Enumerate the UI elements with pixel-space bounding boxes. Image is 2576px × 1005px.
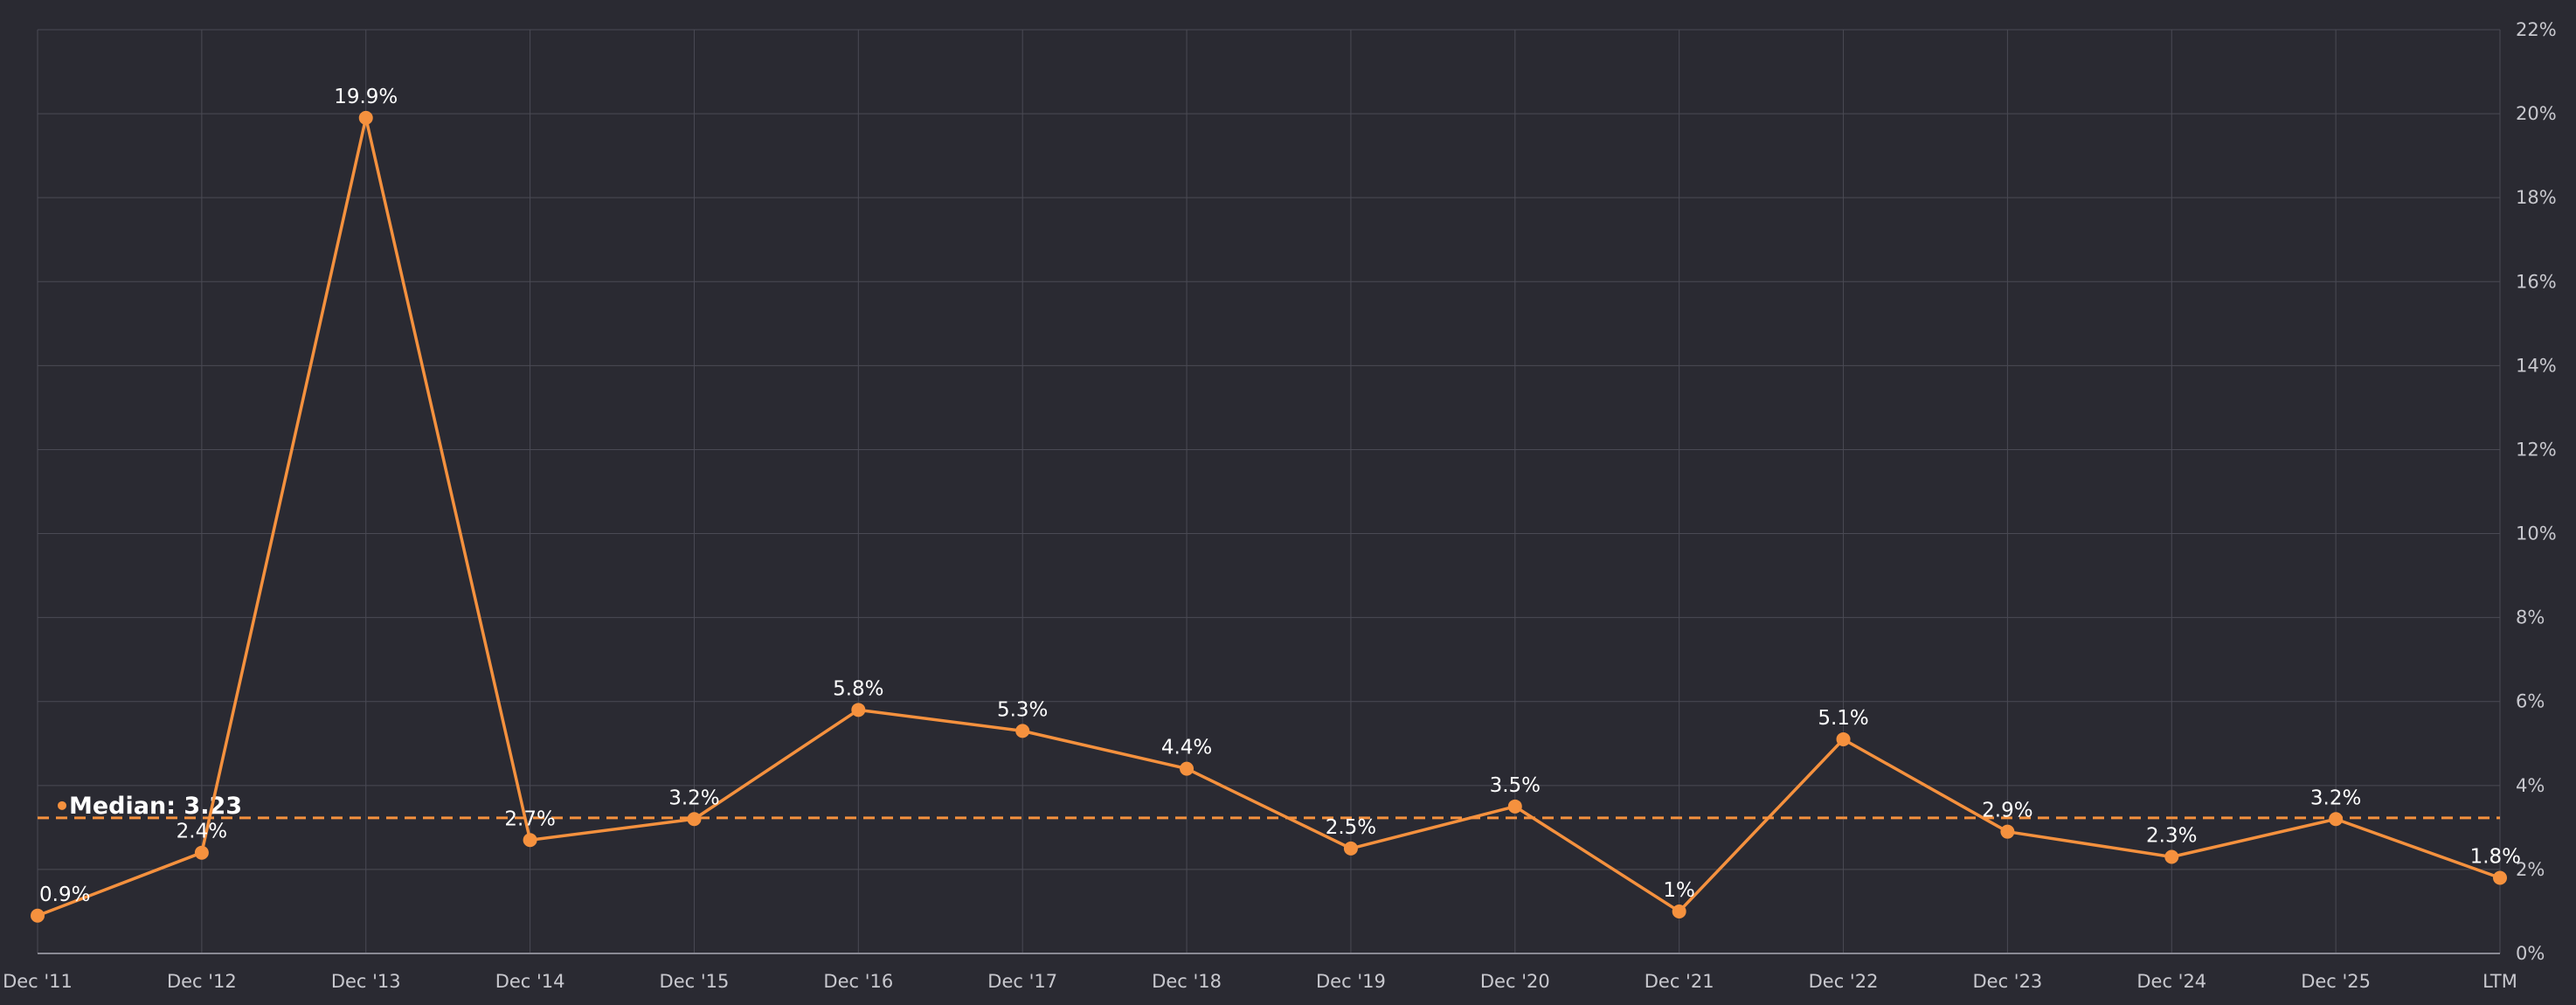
median-label: Median: 3.23 (69, 793, 242, 820)
data-point (523, 833, 537, 848)
x-tick-label: Dec '24 (2136, 971, 2206, 992)
median-marker (58, 801, 66, 810)
y-tick-label: 14% (2516, 355, 2557, 376)
data-label: 4.4% (1161, 737, 1212, 759)
x-tick-label: Dec '20 (1480, 971, 1550, 992)
data-label: 2.3% (2146, 824, 2197, 847)
y-tick-label: 10% (2516, 523, 2557, 544)
data-label: 19.9% (334, 86, 398, 108)
data-point (2000, 824, 2015, 839)
data-point (851, 703, 866, 717)
data-label: 5.1% (1818, 707, 1868, 730)
data-label: 3.5% (1490, 774, 1541, 797)
data-label: 2.9% (1982, 800, 2032, 822)
y-tick-label: 18% (2516, 187, 2557, 208)
data-point (1343, 841, 1358, 856)
x-tick-label: Dec '18 (1152, 971, 1222, 992)
y-tick-label: 8% (2516, 607, 2545, 628)
data-label: 5.8% (833, 677, 883, 700)
y-tick-label: 4% (2516, 775, 2545, 796)
data-point (1507, 799, 1522, 814)
data-point (1180, 761, 1195, 776)
x-tick-label: Dec '16 (823, 971, 893, 992)
data-point (2164, 849, 2179, 864)
y-tick-label: 6% (2516, 691, 2545, 712)
chart-container: 0% 2% 4% 6% 8% 10% 12% 14% 16% 18% 20% 22% Dec '11 De… (0, 0, 2576, 1005)
y-tick-label: 20% (2516, 103, 2557, 124)
x-tick-label: LTM (2483, 971, 2517, 992)
x-tick-label: Dec '17 (987, 971, 1057, 992)
data-point (2493, 870, 2507, 885)
data-label: 2.5% (1326, 816, 1376, 839)
data-label: 2.7% (504, 807, 555, 830)
x-tick-label: Dec '25 (2301, 971, 2371, 992)
data-point (1836, 731, 1851, 746)
data-point (1015, 724, 1030, 738)
x-tick-label: Dec '19 (1316, 971, 1386, 992)
x-tick-label: Dec '14 (495, 971, 565, 992)
x-tick-label: Dec '23 (1972, 971, 2042, 992)
x-tick-label: Dec '15 (660, 971, 730, 992)
data-label: 1% (1663, 879, 1695, 902)
y-tick-label: 0% (2516, 943, 2545, 964)
data-label: 0.9% (39, 884, 90, 906)
line-chart: 0%2%4%6%8%10%12%14%16%18%20%22%Dec '11 De… (3, 19, 2557, 992)
x-tick-label: Dec '11 (3, 971, 73, 992)
x-tick-label: Dec '22 (1809, 971, 1879, 992)
data-label: 3.2% (668, 787, 719, 809)
x-tick-label: Dec '13 (331, 971, 401, 992)
data-point (358, 110, 373, 125)
y-tick-label: 22% (2516, 19, 2557, 40)
data-label: 5.3% (997, 698, 1048, 721)
y-tick-label: 16% (2516, 271, 2557, 292)
data-point (194, 845, 209, 860)
series-line (37, 116, 2501, 918)
y-tick-label: 12% (2516, 439, 2557, 460)
data-point (2329, 812, 2344, 827)
data-label: 2.4% (177, 821, 227, 843)
x-tick-label: Dec '12 (167, 971, 237, 992)
data-label: 1.8% (2470, 846, 2521, 869)
data-label: 3.2% (2310, 787, 2361, 809)
data-point (31, 908, 45, 923)
data-point (1672, 904, 1686, 918)
x-tick-label: Dec '21 (1645, 971, 1714, 992)
data-point (687, 812, 702, 827)
